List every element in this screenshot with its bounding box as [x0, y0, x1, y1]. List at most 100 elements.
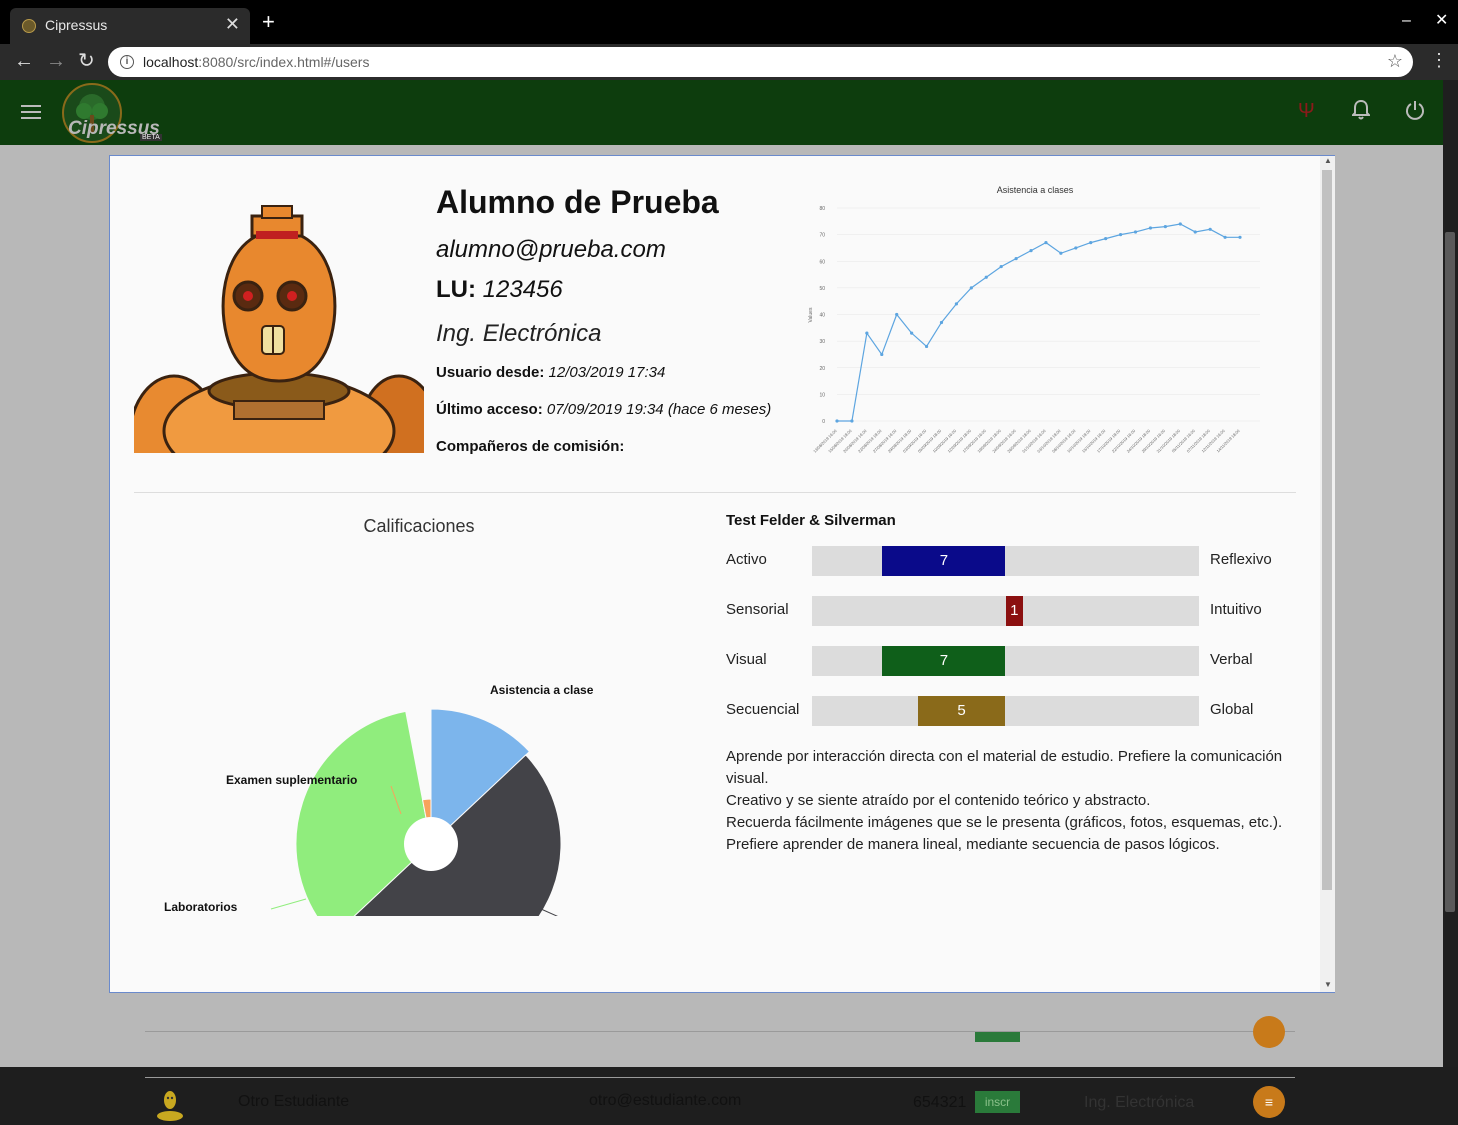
reload-icon[interactable]: ↻ — [78, 50, 95, 72]
usb-icon[interactable]: Ψ — [1298, 100, 1315, 123]
data-point — [1059, 251, 1063, 255]
browser-tab[interactable]: Cipressus ✕ — [10, 8, 250, 44]
profile-since: Usuario desde: 12/03/2019 17:34 — [436, 364, 665, 381]
data-point — [865, 331, 869, 335]
series-line — [837, 223, 1240, 422]
section-divider — [134, 492, 1296, 493]
felder-description: Aprende por interacción directa con el m… — [726, 746, 1306, 856]
data-point — [1193, 230, 1197, 234]
felder-left-label: Visual — [726, 651, 767, 668]
data-point — [984, 275, 988, 279]
beta-badge: BETA — [140, 134, 162, 141]
data-point — [1223, 235, 1227, 239]
data-point — [1089, 241, 1093, 245]
status-badge — [975, 1032, 1020, 1042]
felder-left-label: Sensorial — [726, 601, 789, 618]
pie-slice-label: Laboratorios — [164, 900, 238, 914]
power-icon[interactable] — [1405, 100, 1425, 126]
pie-slice-label: Asistencia a clase — [490, 683, 594, 697]
y-tick-label: 60 — [819, 259, 825, 265]
close-tab-icon[interactable]: ✕ — [225, 14, 240, 35]
y-tick-label: 20 — [819, 366, 825, 372]
profile-lu: LU: 123456 — [436, 276, 563, 304]
grade-action-button[interactable] — [1253, 1016, 1285, 1048]
felder-row: Secuencial 5 Global — [726, 696, 1286, 726]
grade-action-button[interactable]: ≡ — [1253, 1086, 1285, 1118]
student-lu: 654321 — [913, 1094, 967, 1111]
grades-title: Calificaciones — [363, 516, 475, 536]
felder-description-line: Aprende por interacción directa con el m… — [726, 748, 1283, 787]
profile-name: Alumno de Prueba — [436, 184, 719, 220]
felder-title: Test Felder & Silverman — [726, 512, 896, 529]
table-row[interactable]: Otro Estudiante otro@estudiante.com 6543… — [145, 1077, 1295, 1125]
data-point — [1133, 230, 1138, 234]
modal-scrollbar[interactable]: ▲ ▼ — [1320, 156, 1335, 992]
felder-score-bar: 7 — [882, 546, 1006, 576]
table-row[interactable] — [145, 1016, 1295, 1079]
student-name: Otro Estudiante — [238, 1093, 350, 1110]
data-point — [954, 302, 959, 306]
data-point — [1074, 246, 1078, 250]
data-point — [1148, 226, 1153, 230]
last-access-value: 07/09/2019 19:34 (hace 6 meses) — [546, 401, 772, 418]
hamburger-menu-icon[interactable] — [21, 105, 41, 119]
profile-classmates: Compañeros de comisión: — [436, 438, 624, 455]
felder-description-line: Recuerda fácilmente imágenes que se le p… — [726, 814, 1283, 831]
lu-label: LU: — [436, 276, 476, 303]
y-tick-label: 0 — [822, 419, 825, 425]
browser-toolbar: ← → ↻ i localhost:8080/src/index.html#/u… — [0, 44, 1458, 80]
profile-last-access: Último acceso: 07/09/2019 19:34 (hace 6 … — [436, 401, 771, 418]
felder-right-label: Global — [1210, 701, 1254, 718]
back-icon[interactable]: ← — [14, 50, 34, 72]
felder-row: Visual 7 Verbal — [726, 646, 1286, 676]
data-point — [1178, 222, 1182, 226]
data-point — [895, 312, 899, 317]
felder-row: Activo 7 Reflexivo — [726, 546, 1286, 576]
student-career: Ing. Electrónica — [1084, 1094, 1195, 1111]
profile-avatar — [134, 201, 424, 453]
scroll-up-icon[interactable]: ▲ — [1324, 156, 1332, 165]
felder-row: Sensorial 1 Intuitivo — [726, 596, 1286, 626]
chart-title: Asistencia a clases — [997, 185, 1074, 195]
data-point — [910, 331, 914, 335]
y-axis-label: Values — [808, 307, 814, 322]
data-point — [924, 344, 929, 349]
felder-right-label: Reflexivo — [1210, 551, 1272, 568]
user-detail-modal: Alumno de Prueba alumno@prueba.com LU: 1… — [109, 155, 1335, 993]
modal-scrollbar-thumb[interactable] — [1322, 170, 1332, 890]
y-tick-label: 80 — [819, 206, 825, 212]
data-point — [880, 352, 884, 357]
page-scrollbar[interactable] — [1443, 80, 1458, 1067]
data-point — [1044, 241, 1048, 245]
bell-icon[interactable] — [1350, 99, 1372, 126]
data-point — [939, 320, 944, 325]
browser-tabbar: Cipressus ✕ + – ✕ — [0, 0, 1458, 44]
window-close-icon[interactable]: ✕ — [1435, 10, 1448, 30]
info-icon[interactable]: i — [120, 55, 134, 69]
y-tick-label: 50 — [819, 286, 825, 292]
last-access-label: Último acceso: — [436, 401, 543, 418]
url-host: localhost — [143, 54, 199, 70]
browser-menu-icon[interactable]: ⋮ — [1430, 50, 1448, 71]
scroll-down-icon[interactable]: ▼ — [1324, 980, 1332, 989]
data-point — [999, 264, 1003, 269]
page-scrollbar-thumb[interactable] — [1445, 232, 1455, 912]
new-tab-icon[interactable]: + — [262, 11, 275, 33]
felder-description-line: Prefiere aprender de manera lineal, medi… — [726, 836, 1220, 853]
url-text: localhost:8080/src/index.html#/users — [143, 54, 369, 70]
lu-value: 123456 — [482, 276, 563, 303]
data-point — [1029, 249, 1033, 253]
data-point — [835, 419, 839, 423]
y-tick-label: 30 — [819, 339, 825, 345]
address-bar[interactable]: i localhost:8080/src/index.html#/users ☆ — [108, 47, 1413, 77]
minimize-icon[interactable]: – — [1402, 12, 1411, 30]
data-point — [1118, 233, 1123, 237]
bookmark-star-icon[interactable]: ☆ — [1387, 51, 1403, 72]
profile-email: alumno@prueba.com — [436, 236, 666, 263]
felder-track: 7 — [812, 546, 1199, 576]
since-label: Usuario desde: — [436, 364, 545, 381]
data-point — [1104, 237, 1108, 241]
felder-left-label: Activo — [726, 551, 767, 568]
felder-track: 7 — [812, 646, 1199, 676]
forward-icon[interactable]: → — [46, 50, 66, 72]
